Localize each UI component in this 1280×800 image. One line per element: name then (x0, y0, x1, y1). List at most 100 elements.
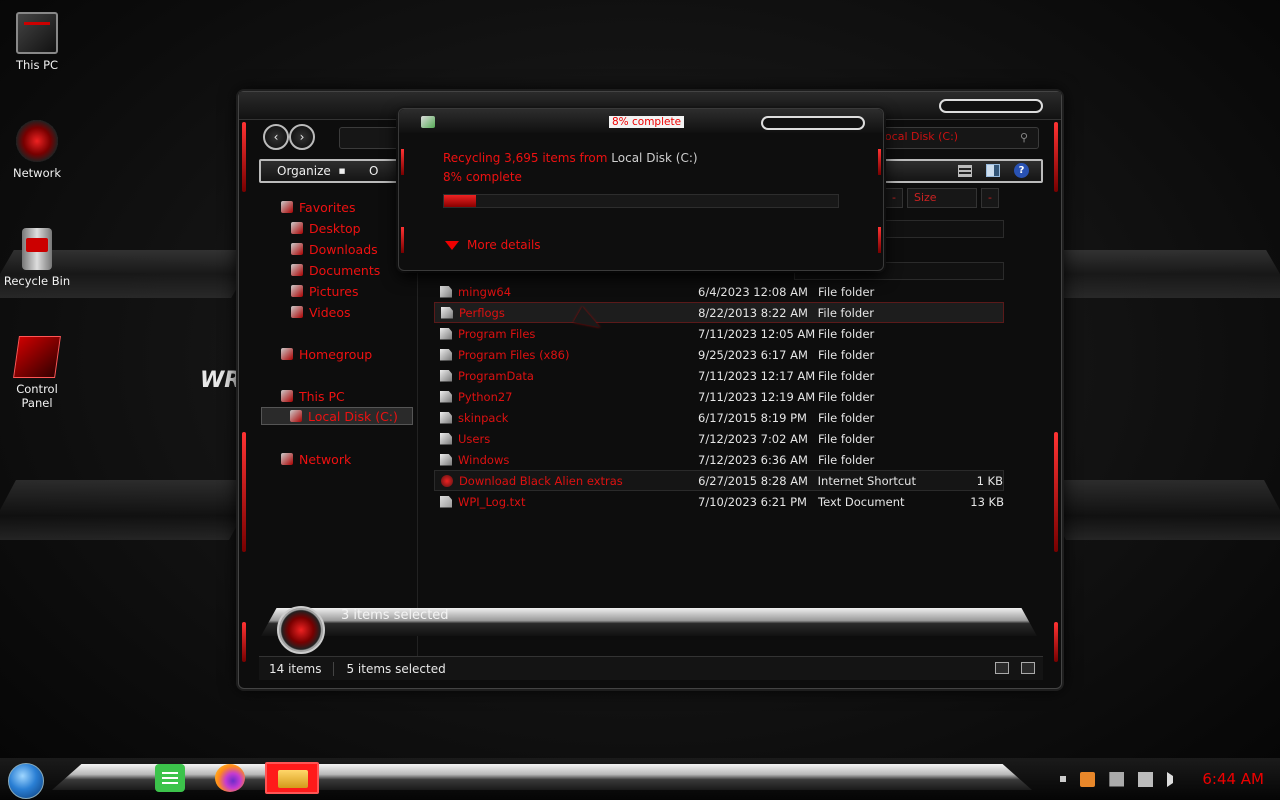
nav-label: Pictures (309, 283, 359, 299)
clock[interactable]: 6:44 AM (1202, 770, 1264, 788)
file-row[interactable]: Windows 7/12/2023 6:36 AM File folder (434, 449, 1004, 470)
navigation-pane: Favorites Desktop Downloads Documents Pi… (261, 196, 417, 606)
file-size: 13 KB (970, 494, 1004, 509)
volume-icon[interactable] (1167, 771, 1182, 787)
file-row[interactable]: Users 7/12/2023 7:02 AM File folder (434, 428, 1004, 449)
nav-downloads[interactable]: Downloads (291, 240, 378, 258)
network-icon (281, 453, 293, 465)
column-header-size[interactable]: Size (906, 188, 977, 208)
nav-network[interactable]: Network (281, 450, 351, 468)
recycle-progress-dialog: 8% complete Recycling 3,695 items from L… (398, 108, 884, 271)
file-row[interactable]: mingw64 6/4/2023 12:08 AM File folder (434, 281, 1004, 302)
downloads-icon (291, 243, 303, 255)
recycle-dialog-icon (421, 116, 435, 128)
preview-pane-icon[interactable] (986, 164, 1000, 177)
file-type: Text Document (818, 494, 905, 509)
nav-documents[interactable]: Documents (291, 261, 380, 279)
show-hidden-icons[interactable] (1060, 776, 1067, 782)
system-tray: 6:44 AM (1060, 770, 1264, 788)
dialog-window-controls[interactable] (761, 116, 865, 130)
folder-icon (440, 348, 452, 361)
file-row[interactable]: Program Files 7/11/2023 12:05 AM File fo… (434, 323, 1004, 344)
file-name: Program Files (x86) (458, 347, 570, 362)
forward-button[interactable]: › (289, 124, 315, 150)
file-explorer-icon[interactable] (265, 762, 319, 794)
desktop-icon-control-panel[interactable]: Control Panel (0, 336, 74, 410)
file-name: ProgramData (458, 368, 534, 383)
taskbar: 6:44 AM (0, 758, 1280, 800)
chevron-down-icon (445, 240, 459, 250)
chat-app-icon[interactable] (155, 764, 185, 792)
status-item-count: 14 items (259, 661, 335, 676)
file-date: 6/27/2015 8:28 AM (698, 473, 808, 488)
file-list: mingw64 6/4/2023 12:08 AM File folder Pe… (434, 281, 1004, 512)
red-rail-decoration (401, 227, 404, 253)
window-controls[interactable] (939, 99, 1043, 113)
nav-homegroup[interactable]: Homegroup (281, 345, 372, 363)
text-document-icon (440, 495, 452, 508)
file-type: File folder (818, 410, 875, 425)
file-row[interactable]: skinpack 6/17/2015 8:19 PM File folder (434, 407, 1004, 428)
file-type: File folder (817, 305, 874, 320)
file-type: File folder (818, 284, 875, 299)
nav-videos[interactable]: Videos (291, 303, 351, 321)
file-type: File folder (818, 452, 875, 467)
address-crumb[interactable]: Local Disk (C:) (879, 130, 958, 143)
desktop-icon-recycle-bin[interactable]: Recycle Bin (0, 228, 74, 288)
nav-favorites[interactable]: Favorites (281, 198, 355, 216)
nav-this-pc[interactable]: This PC (281, 387, 345, 405)
red-rail-decoration (1054, 432, 1058, 552)
file-type: File folder (818, 431, 875, 446)
file-size: 1 KB (976, 473, 1003, 488)
more-details-button[interactable]: More details (445, 238, 541, 252)
selection-orb-icon (277, 606, 325, 654)
dialog-operation-text: Recycling 3,695 items from Local Disk (C… (443, 151, 698, 165)
firefox-icon[interactable] (215, 764, 245, 792)
red-rail-decoration (878, 149, 881, 175)
taskbar-band (52, 764, 1032, 790)
large-icons-view-icon[interactable] (1021, 662, 1035, 674)
nav-desktop[interactable]: Desktop (291, 219, 361, 237)
file-name: Python27 (458, 389, 513, 404)
file-row[interactable]: Python27 7/11/2023 12:19 AM File folder (434, 386, 1004, 407)
column-header[interactable]: - (885, 188, 903, 208)
column-header[interactable]: - (980, 188, 999, 208)
network-status-icon[interactable] (1138, 771, 1154, 787)
this-pc-icon (16, 12, 58, 54)
internet-shortcut-icon (441, 474, 453, 487)
red-rail-decoration (1054, 622, 1058, 662)
details-view-icon[interactable] (995, 662, 1009, 674)
file-date: 7/12/2023 7:02 AM (698, 431, 808, 446)
file-name: Users (458, 431, 491, 446)
file-row[interactable]: Perflogs 8/22/2013 8:22 AM File folder (434, 302, 1004, 323)
nav-pictures[interactable]: Pictures (291, 282, 359, 300)
file-name: WPI_Log.txt (458, 494, 526, 509)
organize-button[interactable]: Organize (277, 164, 345, 178)
nav-local-disk[interactable]: Local Disk (C:) (261, 407, 413, 425)
open-button[interactable]: O (369, 164, 378, 178)
drive-icon (290, 410, 302, 422)
folder-icon (440, 327, 452, 340)
file-row[interactable]: WPI_Log.txt 7/10/2023 6:21 PM Text Docum… (434, 491, 1004, 512)
folder-icon (440, 285, 452, 298)
this-pc-icon (281, 390, 293, 402)
search-icon[interactable]: ⚲ (1020, 131, 1028, 144)
action-center-icon[interactable] (1109, 771, 1125, 787)
progress-bar (443, 194, 839, 208)
help-icon[interactable]: ? (1014, 163, 1029, 178)
back-button[interactable]: ‹ (263, 124, 289, 150)
file-row[interactable]: Program Files (x86) 9/25/2023 6:17 AM Fi… (434, 344, 1004, 365)
file-name: Windows (458, 452, 510, 467)
nav-buttons: ‹ › (263, 124, 317, 150)
change-view-icon[interactable] (958, 164, 972, 177)
desktop-icon-this-pc[interactable]: This PC (0, 12, 74, 72)
dialog-title: 8% complete (609, 116, 685, 128)
desktop-icon-label: This PC (15, 58, 59, 72)
start-button[interactable] (8, 763, 44, 799)
file-row[interactable]: ProgramData 7/11/2023 12:17 AM File fold… (434, 365, 1004, 386)
desktop-icon-network[interactable]: Network (0, 120, 74, 180)
tray-app-icon[interactable] (1080, 771, 1096, 787)
desktop-icon-label: Recycle Bin (3, 274, 71, 288)
folder-icon (441, 306, 453, 319)
file-row[interactable]: Download Black Alien extras 6/27/2015 8:… (434, 470, 1004, 491)
